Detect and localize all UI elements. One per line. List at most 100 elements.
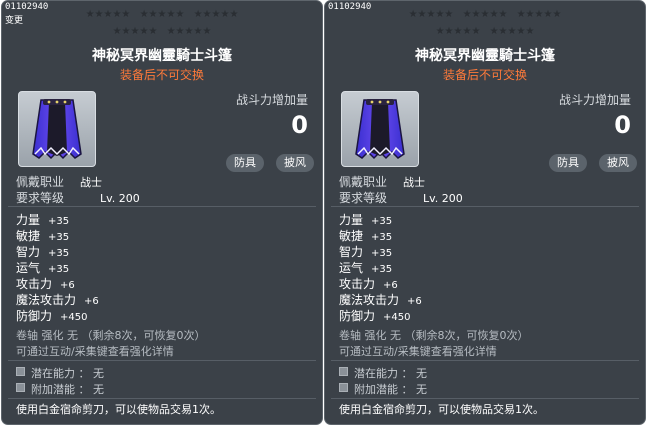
star-force-row-2: ★★★★★ ★★★★★ (325, 26, 645, 37)
item-tooltip-left: 01102940 变更 ★★★★★ ★★★★★ ★★★★★ ★★★★★ ★★★★… (1, 0, 323, 425)
stat-value: +450 (60, 312, 88, 323)
stat-value: +6 (407, 296, 422, 307)
stat-label: 力量 (339, 213, 364, 227)
star-group: ★★★★★ (139, 9, 185, 20)
star-group: ★★★★★ (435, 26, 481, 37)
bonus-potential-row: 附加潜能 ： 无 (339, 381, 427, 397)
item-title: 神秘冥界幽靈騎士斗篷 (415, 48, 555, 64)
square-bullet-icon (16, 383, 25, 392)
star-group: ★★★★★ (408, 9, 454, 20)
stat-str: 力量 +35 (339, 211, 392, 228)
potential-row: 潜在能力 ： 无 (339, 365, 427, 381)
stat-value: +6 (383, 280, 398, 291)
stat-int: 智力 +35 (16, 243, 69, 260)
level-requirement: 要求等级 Lv. 200 (339, 189, 463, 206)
inspect-hint: 可通过互动/采集键查看强化详情 (16, 345, 174, 358)
bonus-potential-label: 附加潜能 (354, 383, 398, 396)
stat-value: +6 (60, 280, 75, 291)
stat-defense: 防御力 +450 (339, 307, 410, 324)
job-requirement: 佩戴职业 战士 (16, 173, 102, 190)
stat-value: +35 (371, 216, 393, 227)
potential-value: 无 (93, 367, 104, 380)
star-group: ★★★★★ (462, 9, 508, 20)
level-value: Lv. 200 (423, 192, 463, 205)
star-group: ★★★★★ (516, 9, 562, 20)
combat-power-label: 战斗力增加量 (558, 93, 631, 107)
level-value: Lv. 200 (100, 192, 140, 205)
cape-icon (32, 99, 82, 160)
star-group: ★★★★★ (193, 9, 239, 20)
level-requirement: 要求等级 Lv. 200 (16, 189, 140, 206)
combat-power-value: 0 (291, 111, 308, 139)
divider (8, 398, 316, 399)
type-tag-cape: 披风 (599, 154, 637, 172)
stat-value: +6 (84, 296, 99, 307)
divider (8, 360, 316, 361)
stat-value: +35 (371, 232, 393, 243)
type-tag-armor: 防具 (549, 154, 587, 172)
scissors-note: 使用白金宿命剪刀，可以使物品交易1次。 (339, 403, 544, 416)
stat-defense: 防御力 +450 (16, 307, 87, 324)
stat-label: 运气 (16, 261, 41, 275)
square-bullet-icon (339, 383, 348, 392)
stat-value: +35 (371, 264, 393, 275)
square-bullet-icon (16, 367, 25, 376)
level-label: 要求等级 (339, 191, 388, 205)
item-tooltip-right: 01102940 ★★★★★ ★★★★★ ★★★★★ ★★★★★ ★★★★★ 神… (324, 0, 646, 425)
stat-attack: 攻击力 +6 (16, 275, 75, 292)
job-value: 战士 (403, 176, 425, 189)
job-value: 战士 (80, 176, 102, 189)
divider (331, 206, 639, 207)
stat-attack: 攻击力 +6 (339, 275, 398, 292)
star-group: ★★★★★ (489, 26, 535, 37)
item-icon-frame (18, 91, 96, 167)
stat-label: 攻击力 (16, 277, 53, 291)
stat-value: +35 (48, 248, 70, 259)
stat-magic-attack: 魔法攻击力 +6 (339, 291, 422, 308)
scroll-upgrade-note: 卷轴 强化 无 （剩余8次，可恢复0次） (16, 329, 206, 342)
stat-value: +35 (48, 264, 70, 275)
stat-luk: 运气 +35 (339, 259, 392, 276)
bonus-potential-value: 无 (93, 383, 104, 396)
stat-value: +450 (383, 312, 411, 323)
divider (8, 206, 316, 207)
level-label: 要求等级 (16, 191, 65, 205)
stat-label: 攻击力 (339, 277, 376, 291)
stat-dex: 敏捷 +35 (339, 227, 392, 244)
scroll-upgrade-note: 卷轴 强化 无 （剩余8次，可恢复0次） (339, 329, 529, 342)
bonus-potential-label: 附加潜能 (31, 383, 75, 396)
stat-value: +35 (48, 216, 70, 227)
inspect-hint: 可通过互动/采集键查看强化详情 (339, 345, 497, 358)
stat-label: 防御力 (16, 309, 53, 323)
trade-notice: 装备后不可交换 (119, 68, 204, 82)
stat-label: 防御力 (339, 309, 376, 323)
star-force-row-2: ★★★★★ ★★★★★ (2, 26, 322, 37)
stat-label: 魔法攻击力 (339, 293, 400, 307)
stat-magic-attack: 魔法攻击力 +6 (16, 291, 99, 308)
star-group: ★★★★★ (85, 9, 131, 20)
combat-power-label: 战斗力增加量 (235, 93, 308, 107)
item-icon-frame (341, 91, 419, 167)
star-force-row-1: ★★★★★ ★★★★★ ★★★★★ (2, 9, 322, 20)
star-force-row-1: ★★★★★ ★★★★★ ★★★★★ (325, 9, 645, 20)
stat-label: 敏捷 (339, 229, 364, 243)
stat-value: +35 (371, 248, 393, 259)
combat-power-value: 0 (614, 111, 631, 139)
stat-label: 运气 (339, 261, 364, 275)
stat-label: 力量 (16, 213, 41, 227)
star-group: ★★★★★ (112, 26, 158, 37)
stat-int: 智力 +35 (339, 243, 392, 260)
type-tag-cape: 披风 (276, 154, 314, 172)
divider (331, 360, 639, 361)
divider (331, 398, 639, 399)
square-bullet-icon (339, 367, 348, 376)
stat-luk: 运气 +35 (16, 259, 69, 276)
stat-label: 智力 (339, 245, 364, 259)
potential-value: 无 (416, 367, 427, 380)
stat-label: 魔法攻击力 (16, 293, 77, 307)
job-label: 佩戴职业 (16, 175, 65, 189)
potential-label: 潜在能力 (354, 367, 398, 380)
stat-str: 力量 +35 (16, 211, 69, 228)
stat-label: 智力 (16, 245, 41, 259)
job-label: 佩戴职业 (339, 175, 388, 189)
